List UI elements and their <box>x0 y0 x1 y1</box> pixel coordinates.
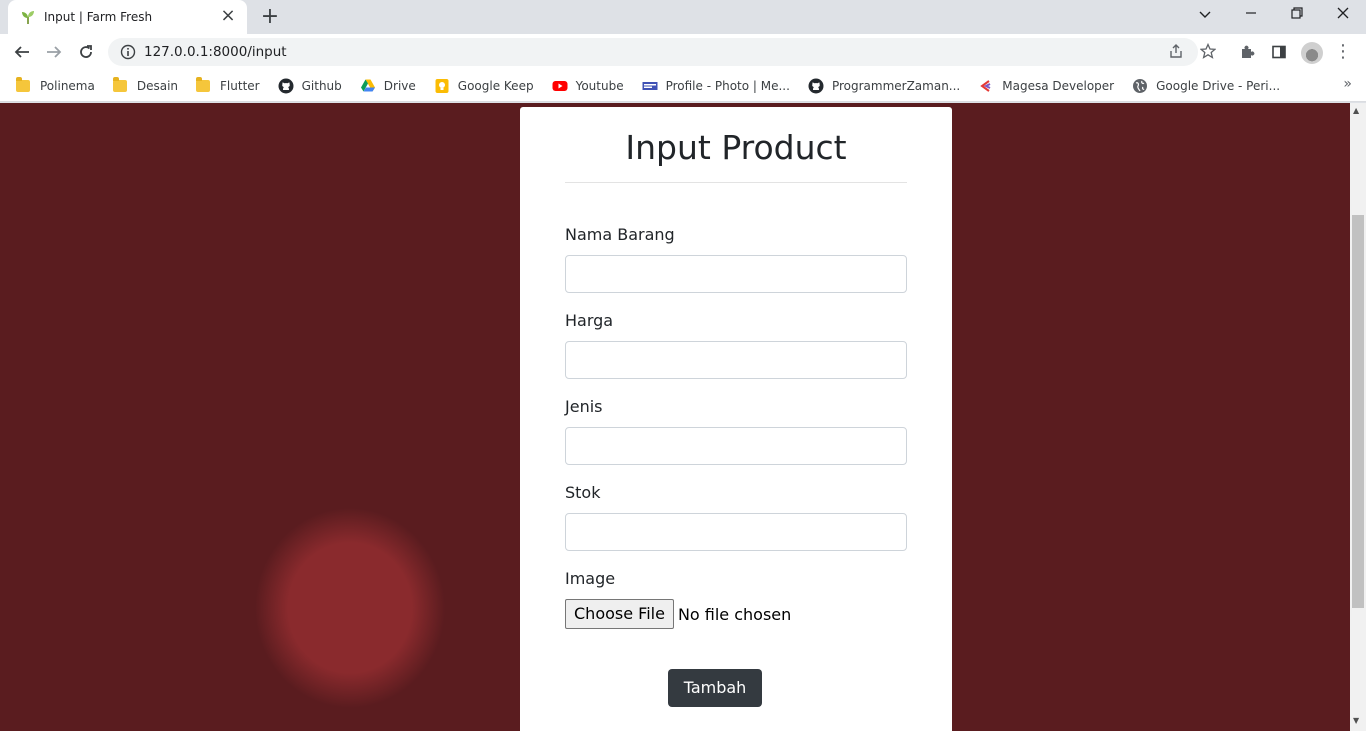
close-window-icon[interactable] <box>1330 4 1356 26</box>
profile-icon <box>642 81 658 90</box>
stok-label: Stok <box>565 483 601 502</box>
reload-icon[interactable] <box>73 39 99 65</box>
bookmark-youtube[interactable]: Youtube <box>546 73 630 99</box>
bookmark-flutter[interactable]: Flutter <box>190 73 266 99</box>
chevron-down-icon[interactable] <box>1192 4 1218 26</box>
page-title: Input Product <box>625 128 847 167</box>
image-label: Image <box>565 569 616 588</box>
info-icon[interactable] <box>120 44 136 60</box>
profile-avatar[interactable] <box>1301 42 1323 64</box>
scroll-up-arrow-icon[interactable]: ▲ <box>1353 106 1359 115</box>
browser-toolbar: 127.0.0.1:8000/input ⋮ <box>0 34 1366 70</box>
folder-icon <box>112 76 129 94</box>
scroll-down-arrow-icon[interactable]: ▼ <box>1353 716 1359 725</box>
chevron-right-double-icon[interactable]: » <box>1343 76 1352 92</box>
tab-title: Input | Farm Fresh <box>44 10 153 24</box>
image-file-input[interactable]: Choose File No file chosen <box>565 599 791 629</box>
github-icon <box>808 78 824 93</box>
restore-icon[interactable] <box>1284 4 1310 26</box>
puzzle-icon[interactable] <box>1236 41 1258 63</box>
divider <box>565 182 907 183</box>
harga-label: Harga <box>565 311 614 330</box>
github-icon <box>278 78 294 93</box>
bookmarks-bar: Polinema Desain Flutter Github Drive Goo… <box>0 70 1366 102</box>
nama-barang-label: Nama Barang <box>565 225 675 244</box>
harga-input[interactable] <box>565 341 907 379</box>
bookmark-google-keep[interactable]: Google Keep <box>428 73 540 99</box>
bookmark-magesa-developer[interactable]: Magesa Developer <box>972 73 1120 99</box>
bookmark-polinema[interactable]: Polinema <box>10 73 101 99</box>
minimize-icon[interactable] <box>1238 4 1264 26</box>
sprout-icon <box>22 11 34 24</box>
tab-strip: Input | Farm Fresh × + <box>0 0 1366 34</box>
tambah-button[interactable]: Tambah <box>668 669 762 707</box>
forward-arrow-icon[interactable] <box>41 39 67 65</box>
nama-barang-input[interactable] <box>565 255 907 293</box>
jenis-label: Jenis <box>565 397 603 416</box>
jenis-input[interactable] <box>565 427 907 465</box>
close-icon[interactable]: × <box>219 7 237 26</box>
scrollbar-thumb[interactable] <box>1352 215 1364 608</box>
url-text: 127.0.0.1:8000/input <box>144 44 287 60</box>
bookmark-desain[interactable]: Desain <box>107 73 184 99</box>
browser-tab[interactable]: Input | Farm Fresh × <box>8 0 247 34</box>
bookmark-github[interactable]: Github <box>272 73 348 99</box>
youtube-icon <box>552 80 568 91</box>
globe-icon <box>1133 78 1148 93</box>
magesa-icon <box>980 79 991 92</box>
share-icon[interactable] <box>1165 40 1187 62</box>
bookmark-google-drive-peri[interactable]: Google Drive - Peri... <box>1126 73 1286 99</box>
choose-file-button[interactable]: Choose File <box>565 599 674 629</box>
bookmark-profile-photo[interactable]: Profile - Photo | Me... <box>636 73 796 99</box>
star-icon[interactable] <box>1197 40 1219 62</box>
bookmark-drive[interactable]: Drive <box>354 73 422 99</box>
input-product-card: Input Product Nama Barang Harga Jenis St… <box>520 107 952 731</box>
folder-icon <box>196 76 212 94</box>
stok-input[interactable] <box>565 513 907 551</box>
address-bar[interactable]: 127.0.0.1:8000/input <box>108 38 1198 66</box>
folder-icon <box>16 76 32 94</box>
bookmark-programmerzaman[interactable]: ProgrammerZaman... <box>802 73 966 99</box>
google-keep-icon <box>435 78 449 93</box>
back-arrow-icon[interactable] <box>9 39 35 65</box>
new-tab-icon[interactable]: + <box>258 6 282 30</box>
file-status-text: No file chosen <box>677 604 792 624</box>
side-panel-icon[interactable] <box>1268 41 1290 63</box>
google-drive-icon <box>360 79 375 91</box>
menu-icon[interactable]: ⋮ <box>1334 42 1352 64</box>
